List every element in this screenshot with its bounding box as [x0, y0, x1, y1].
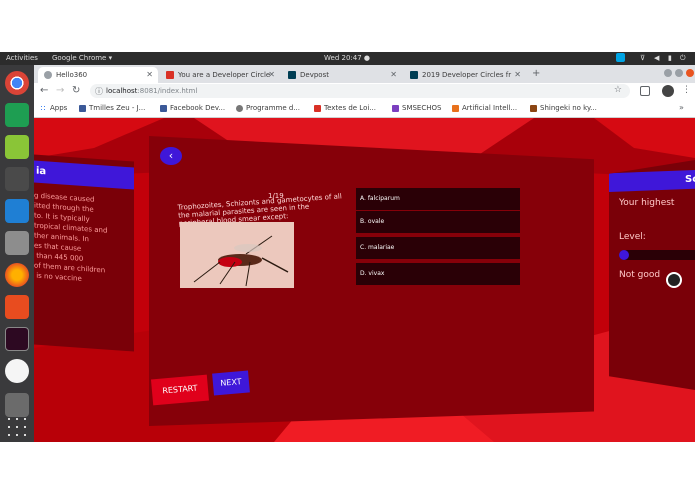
- answer-option-c[interactable]: C. malariae: [356, 237, 520, 259]
- url-host: localhost: [106, 87, 138, 95]
- minimize-button[interactable]: [664, 69, 672, 77]
- tab-title: You are a Developer Circle: [178, 71, 271, 79]
- bookmark-textes-de-loi[interactable]: Textes de Loi...: [314, 104, 376, 112]
- bookmark-tmilles[interactable]: Tmilles Zeu - J...: [79, 104, 145, 112]
- level-label: Level:: [619, 232, 646, 242]
- maximize-button[interactable]: [675, 69, 683, 77]
- bookmarks-bar: Apps Tmilles Zeu - J... Facebook Dev... …: [34, 100, 695, 118]
- bookmark-smsechos[interactable]: SMSECHOS: [392, 104, 441, 112]
- close-window-button[interactable]: [686, 69, 694, 77]
- back-icon[interactable]: ←: [40, 85, 48, 96]
- bookmark-artificial-intelligence[interactable]: Artificial Intell...: [452, 104, 517, 112]
- score-panel-header: Sc: [609, 170, 695, 192]
- bookmark-shingeki[interactable]: Shingeki no ky...: [530, 104, 597, 112]
- browser-toolbar: ← → ↻ ⓘ localhost:8081/index.html ☆ ⋮: [34, 83, 695, 100]
- scanner-icon[interactable]: [5, 167, 29, 191]
- url-path: :8081/index.html: [137, 87, 198, 95]
- restart-button[interactable]: RESTART: [150, 374, 210, 406]
- new-tab-button[interactable]: +: [532, 68, 540, 79]
- bookmarks-more[interactable]: »: [679, 103, 684, 112]
- browser-chrome: Hello360 ✕ You are a Developer Circle ✕ …: [34, 65, 695, 118]
- info-panel-text: g disease caused itted through the to. I…: [34, 191, 108, 283]
- highest-score-label: Your highest: [619, 198, 675, 208]
- score-panel-title: Sc: [685, 174, 695, 185]
- power-icon[interactable]: ⏻: [680, 54, 686, 63]
- info-icon[interactable]: ⓘ: [95, 86, 103, 97]
- back-arrow-icon[interactable]: ‹: [160, 147, 182, 165]
- network-icon[interactable]: ⊽: [640, 54, 645, 62]
- bookmark-programme[interactable]: Programme d...: [236, 104, 300, 112]
- battery-icon[interactable]: ▮: [668, 54, 672, 62]
- address-bar[interactable]: ⓘ localhost:8081/index.html ☆: [90, 84, 630, 98]
- avatar[interactable]: [662, 85, 674, 97]
- answer-option-a[interactable]: A. falciparum: [356, 188, 520, 210]
- mosquito-icon: [180, 222, 294, 288]
- score-panel: Sc Your highest Level: Not good: [609, 160, 695, 390]
- level-progress-track: [619, 250, 695, 260]
- activities-button[interactable]: Activities: [6, 54, 38, 62]
- firefox-icon[interactable]: [5, 263, 29, 287]
- tab-hello360[interactable]: Hello360 ✕: [38, 67, 158, 83]
- reload-icon[interactable]: ↻: [72, 85, 80, 96]
- chrome-icon[interactable]: [5, 71, 29, 95]
- files-icon[interactable]: [5, 231, 29, 255]
- forward-icon[interactable]: →: [56, 85, 64, 96]
- close-icon[interactable]: ✕: [268, 70, 275, 79]
- devpost-icon: [288, 71, 296, 79]
- close-icon[interactable]: ✕: [146, 70, 153, 79]
- app-menu[interactable]: Google Chrome ▾: [52, 54, 112, 62]
- tab-developer-circle[interactable]: You are a Developer Circle ✕: [160, 67, 280, 83]
- vscode-icon[interactable]: [5, 199, 29, 223]
- tab-developer-circles-2019[interactable]: 2019 Developer Circles fr ✕: [404, 67, 526, 83]
- vr-scene[interactable]: ia g disease caused itted through the to…: [34, 118, 695, 442]
- bookmark-star-icon[interactable]: ☆: [614, 85, 622, 95]
- usb-icon[interactable]: [5, 393, 29, 417]
- info-panel: ia g disease caused itted through the to…: [34, 154, 134, 352]
- close-icon[interactable]: ✕: [390, 70, 397, 79]
- rating-label: Not good: [619, 270, 661, 280]
- tab-title: Hello360: [56, 71, 88, 79]
- clock[interactable]: Wed 20:47 ●: [324, 54, 370, 62]
- skype-icon[interactable]: [616, 53, 625, 62]
- gmail-icon: [166, 71, 174, 79]
- globe-icon: [44, 71, 52, 79]
- level-progress-fill: [619, 250, 629, 260]
- software-center-icon[interactable]: [5, 295, 29, 319]
- next-button[interactable]: NEXT: [212, 370, 250, 396]
- terminal-icon[interactable]: [5, 327, 29, 351]
- volume-icon[interactable]: ◀: [654, 54, 659, 62]
- tab-title: 2019 Developer Circles fr: [422, 71, 512, 79]
- tab-title: Devpost: [300, 71, 329, 79]
- tab-strip: Hello360 ✕ You are a Developer Circle ✕ …: [34, 65, 695, 83]
- sound-icon[interactable]: [5, 359, 29, 383]
- close-icon[interactable]: ✕: [514, 70, 521, 79]
- show-apps-icon[interactable]: [5, 415, 29, 439]
- info-panel-header: ia: [34, 160, 134, 190]
- menu-icon[interactable]: ⋮: [682, 85, 691, 95]
- spreadsheet-icon[interactable]: [5, 103, 29, 127]
- devpost-icon: [410, 71, 418, 79]
- bookmark-apps[interactable]: Apps: [40, 104, 67, 112]
- vr-cursor-icon[interactable]: [666, 272, 682, 288]
- answer-option-d[interactable]: D. vivax: [356, 263, 520, 285]
- mosquito-image: [180, 222, 294, 288]
- tab-devpost[interactable]: Devpost ✕: [282, 67, 402, 83]
- cube-icon[interactable]: [5, 135, 29, 159]
- bookmark-facebook-dev[interactable]: Facebook Dev...: [160, 104, 225, 112]
- dock: [0, 65, 34, 442]
- info-panel-title: ia: [36, 165, 47, 178]
- system-top-bar: Activities Google Chrome ▾ Wed 20:47 ● ⊽…: [0, 52, 695, 65]
- extension-icon[interactable]: [640, 86, 650, 96]
- answer-option-b[interactable]: B. ovale: [356, 211, 520, 233]
